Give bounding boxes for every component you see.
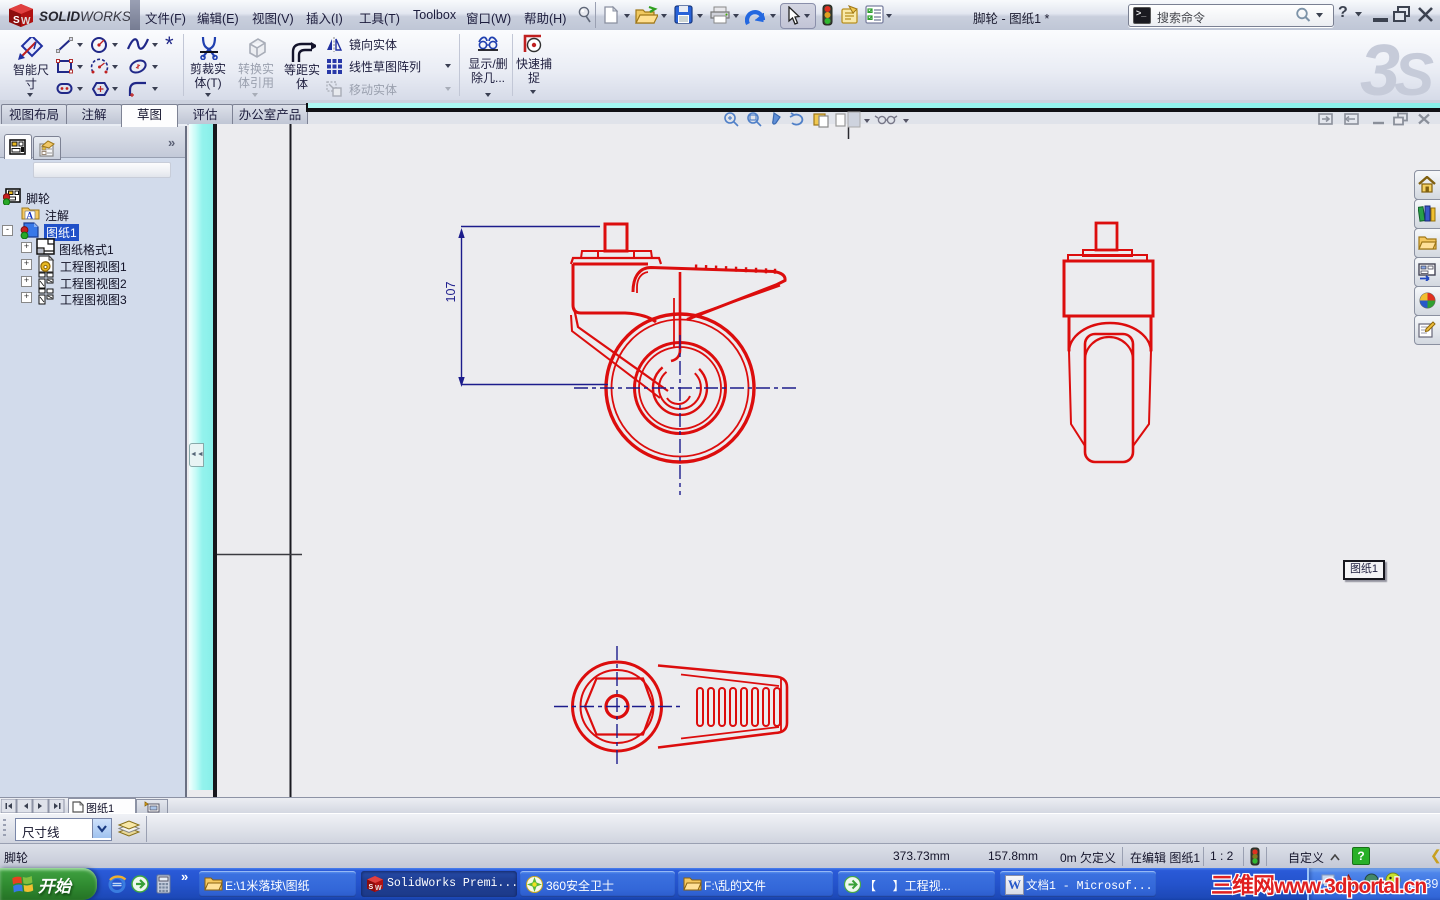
svg-text:W: W bbox=[375, 885, 382, 892]
svg-text:107: 107 bbox=[444, 282, 458, 303]
svg-text:S: S bbox=[369, 884, 374, 891]
svg-text:三维网www.3dportal.cn: 三维网www.3dportal.cn bbox=[1211, 873, 1426, 898]
